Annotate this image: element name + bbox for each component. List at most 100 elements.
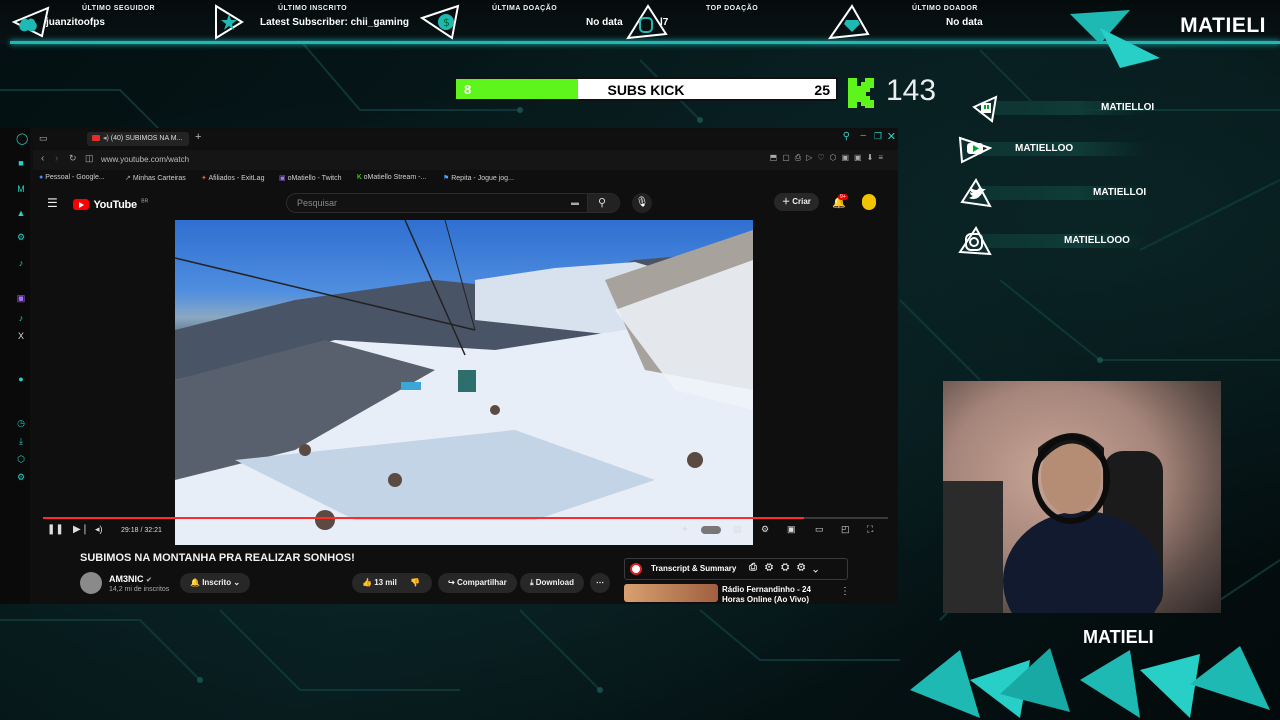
- fullscreen-icon[interactable]: ⛶: [867, 524, 873, 535]
- subscribed-button[interactable]: 🔔 Inscrito ⌄: [180, 573, 251, 593]
- instagram-icon: [958, 226, 992, 256]
- reload-icon[interactable]: ↻: [69, 153, 77, 164]
- cast-icon[interactable]: ◰: [841, 524, 850, 535]
- close-icon[interactable]: ✕: [887, 130, 896, 143]
- sidebar-app-icon[interactable]: ▲: [16, 208, 26, 218]
- pause-icon[interactable]: ❚❚: [47, 524, 64, 535]
- top-donation-slot: TOP DOAÇÃO l7: [626, 0, 816, 44]
- social-youtube: MATIELLOO: [958, 134, 1148, 164]
- download-icon[interactable]: ⤓: [16, 436, 26, 446]
- twitch-icon: ▣: [279, 175, 286, 182]
- bookmark-item[interactable]: ↗ Minhas Carteiras: [125, 174, 186, 182]
- bookmark-item[interactable]: ▣ oMatiello - Twitch: [279, 174, 342, 182]
- sidebar-app-icon[interactable]: ■: [16, 158, 26, 168]
- sparkle-icon[interactable]: ✦: [681, 524, 689, 535]
- video-time: 29:18 / 32:21: [121, 527, 162, 534]
- thumbs-down-icon[interactable]: 👎: [410, 573, 420, 593]
- video-progress-bar[interactable]: [43, 517, 888, 519]
- last-follower-slot: ÚLTIMO SEGUIDOR juanzitoofps: [0, 0, 200, 44]
- miniplayer-icon[interactable]: ▣: [787, 524, 796, 535]
- settings-icon[interactable]: ⚙: [16, 232, 26, 242]
- video-player[interactable]: [175, 220, 753, 545]
- voice-search-button[interactable]: 🎙: [632, 193, 652, 213]
- kick-logo-icon: [848, 78, 874, 108]
- shield-icon[interactable]: ◫: [85, 153, 94, 164]
- bookmark-label: Repita - Jogue jog...: [451, 175, 514, 182]
- search-input[interactable]: Pesquisar ▬ ⚲: [286, 193, 620, 213]
- bookmark-item[interactable]: K oMatiello Stream -...: [357, 174, 426, 181]
- last-subscriber-value: Latest Subscriber: chii_gaming: [260, 17, 409, 28]
- url-field[interactable]: www.youtube.com/watch: [101, 155, 189, 164]
- share-button[interactable]: ↪ Compartilhar: [438, 573, 517, 593]
- search-button[interactable]: ⚲: [587, 194, 619, 212]
- last-donation-caption: ÚLTIMA DOAÇÃO: [492, 5, 558, 12]
- social-twitter-name: MATIELLOI: [1093, 187, 1147, 198]
- brand-name-top: MATIELI: [1180, 14, 1266, 37]
- social-youtube-name: MATIELLOO: [1015, 143, 1074, 154]
- tab-youtube[interactable]: ◂) (40) SUBIMOS NA M...: [87, 132, 189, 146]
- youtube-logo-text: YouTube: [93, 198, 137, 211]
- download-button[interactable]: ⤓ Download: [520, 573, 584, 593]
- last-donor-caption: ÚLTIMO DOADOR: [912, 5, 978, 12]
- menu-icon[interactable]: ☰: [47, 196, 58, 210]
- transcript-tool-icons[interactable]: ⎙⚙⛭⚙⌄: [749, 562, 826, 573]
- top-donation-value: l7: [660, 17, 669, 28]
- youtube-logo[interactable]: YouTube BR: [73, 196, 148, 211]
- bookmark-label: Minhas Carteiras: [132, 175, 186, 182]
- forward-icon[interactable]: ›: [55, 153, 58, 164]
- bookmark-item[interactable]: ⚑ Repita - Jogue jog...: [443, 174, 514, 182]
- twitter-icon: [960, 178, 994, 208]
- like-button[interactable]: 👍 13 mil 👎: [352, 573, 432, 593]
- settings-icon[interactable]: ⚙: [16, 472, 26, 482]
- bookmark-item[interactable]: ● Pessoal - Google...: [39, 174, 105, 181]
- extensions-icon[interactable]: ⬡: [16, 454, 26, 464]
- channel-avatar[interactable]: [80, 572, 102, 594]
- history-icon[interactable]: ◷: [16, 418, 26, 428]
- opera-logo-icon[interactable]: ◯: [16, 134, 28, 145]
- subs-kick-goal-bar: 8 SUBS KICK 25: [454, 77, 838, 101]
- twitch-icon[interactable]: ▣: [16, 293, 26, 303]
- sidebar-app-icon[interactable]: M: [16, 184, 26, 194]
- x-icon[interactable]: X: [16, 331, 26, 341]
- more-actions-button[interactable]: ⋯: [590, 573, 610, 593]
- subtitles-icon[interactable]: ▤: [733, 524, 742, 535]
- last-donor-value: No data: [946, 17, 983, 28]
- recommended-thumbnail[interactable]: [624, 584, 718, 602]
- share-icon: ↪: [448, 578, 457, 587]
- sidebar-app-icon[interactable]: ●: [16, 374, 26, 384]
- bookmark-item[interactable]: ✦ Afiliados - ExitLag: [201, 174, 264, 182]
- new-tab-button[interactable]: +: [195, 131, 201, 143]
- top-alert-bar: ÚLTIMO SEGUIDOR juanzitoofps ÚLTIMO INSC…: [0, 0, 1280, 68]
- last-follower-caption: ÚLTIMO SEGUIDOR: [82, 5, 156, 12]
- kick-icon: K: [357, 174, 362, 181]
- speaker-icon: ◂): [103, 135, 111, 142]
- search-tabs-icon[interactable]: ⚲: [843, 131, 850, 142]
- settings-icon[interactable]: ⚙: [761, 524, 769, 535]
- theater-icon[interactable]: ▭: [815, 524, 824, 535]
- chart-icon: ↗: [125, 175, 131, 182]
- toolbar-extension-icons[interactable]: ⬒▢⎙▷♡⬡▣▣⬇≡: [770, 153, 888, 163]
- transcript-summary-panel[interactable]: Transcript & Summary ⎙⚙⛭⚙⌄: [624, 558, 848, 580]
- google-icon: ●: [39, 174, 44, 181]
- minimize-icon[interactable]: –: [860, 130, 866, 141]
- plus-icon: ＋: [782, 197, 793, 206]
- tiktok-icon[interactable]: ♪: [16, 313, 26, 323]
- create-button[interactable]: ＋ Criar: [774, 193, 819, 211]
- back-icon[interactable]: ‹: [41, 153, 44, 164]
- volume-icon[interactable]: ◂): [95, 524, 103, 535]
- maximize-icon[interactable]: ❐: [874, 131, 882, 142]
- channel-name[interactable]: AM3NIC ✔: [109, 574, 152, 584]
- video-progress-fill: [43, 517, 804, 519]
- tab-title: (40) SUBIMOS NA M...: [110, 135, 183, 142]
- autoplay-toggle[interactable]: [701, 526, 721, 534]
- avatar[interactable]: [862, 194, 876, 210]
- recommended-title[interactable]: Rádio Fernandinho - 24 Horas Online (Ao …: [722, 585, 834, 605]
- next-icon[interactable]: ▶❘: [73, 524, 89, 535]
- sidebar-app-icon[interactable]: ♪: [16, 258, 26, 268]
- keyboard-icon[interactable]: ▬: [571, 198, 579, 207]
- more-options-icon[interactable]: ⋮: [840, 586, 850, 597]
- subs-kick-goal: 25: [814, 82, 830, 98]
- star-icon: [215, 4, 244, 40]
- kick-follower-count: 143: [886, 74, 937, 107]
- tab-switcher-icon[interactable]: ▭: [39, 133, 48, 144]
